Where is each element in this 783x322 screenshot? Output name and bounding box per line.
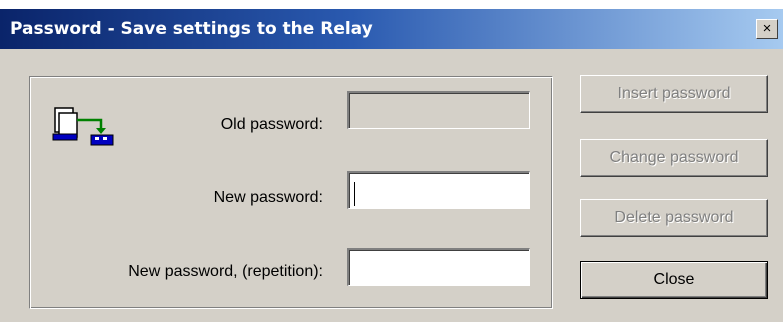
password-dialog: Password - Save settings to the Relay × … <box>0 9 783 322</box>
repeat-password-field[interactable] <box>347 248 530 286</box>
repeat-password-label: New password, (repetition): <box>128 263 323 280</box>
close-button[interactable]: Close <box>580 261 768 299</box>
old-password-field <box>347 91 530 129</box>
close-window-button[interactable]: × <box>756 19 778 39</box>
new-password-label: New password: <box>213 189 323 206</box>
delete-password-button[interactable]: Delete password <box>580 199 768 237</box>
change-password-button[interactable]: Change password <box>580 139 768 177</box>
title-bar[interactable]: Password - Save settings to the Relay × <box>0 9 783 49</box>
transfer-to-relay-icon <box>51 104 115 148</box>
window-title: Password - Save settings to the Relay <box>10 19 373 39</box>
old-password-label: Old password: <box>220 116 323 133</box>
new-password-field[interactable] <box>347 171 530 209</box>
text-caret <box>354 182 355 206</box>
insert-password-button[interactable]: Insert password <box>580 75 768 113</box>
